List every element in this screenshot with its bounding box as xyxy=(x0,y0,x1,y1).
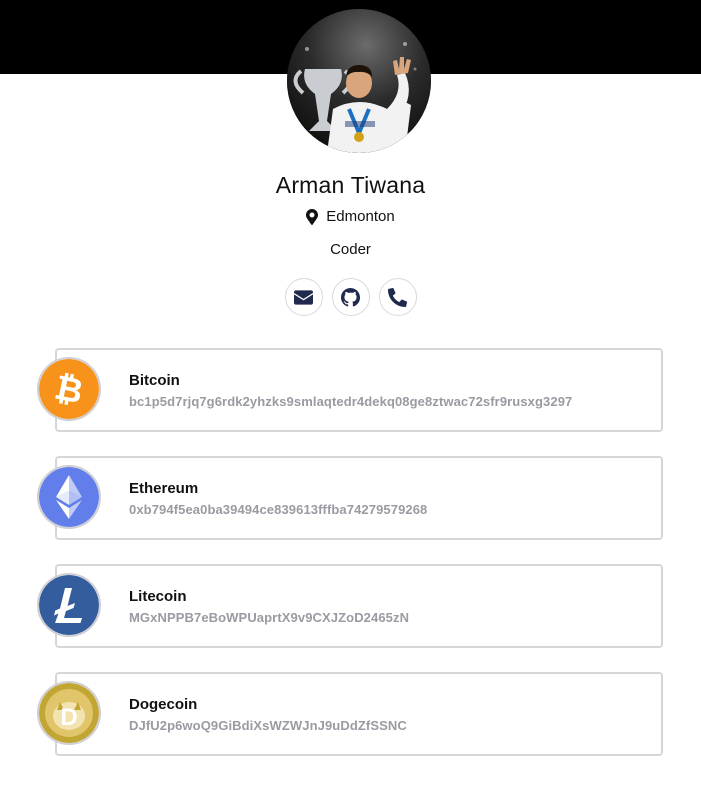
ethereum-icon xyxy=(37,465,101,529)
coin-name: Bitcoin xyxy=(129,372,180,389)
wallet-card[interactable] xyxy=(55,672,663,756)
avatar xyxy=(287,9,431,153)
wallet-card[interactable] xyxy=(55,348,663,432)
dogecoin-icon: D xyxy=(37,681,101,745)
litecoin-icon xyxy=(37,573,101,637)
wallet-address[interactable]: 0xb794f5ea0ba39494ce839613fffba742795792… xyxy=(129,502,427,517)
profile-name: Arman Tiwana xyxy=(275,172,426,198)
wallet-address[interactable]: DJfU2p6woQ9GiBdiXsWZWJnJ9uDdZfSSNC xyxy=(129,718,407,733)
map-pin-icon xyxy=(306,208,319,225)
phone-icon xyxy=(388,287,407,307)
wallet-item-litecoin[interactable]: Litecoin MGxNPPB7eBoWPUaprtX9v9CXJZoD246… xyxy=(37,564,664,672)
wallet-card[interactable] xyxy=(55,564,663,648)
location-text: Edmonton xyxy=(326,208,395,225)
profile-role: Coder xyxy=(330,241,371,258)
bitcoin-icon: ₿ xyxy=(37,357,101,421)
wallet-card[interactable] xyxy=(55,456,663,540)
github-icon xyxy=(341,287,360,307)
wallet-address[interactable]: bc1p5d7rjq7g6rdk2yhzks9smlaqtedr4dekq08g… xyxy=(129,394,572,409)
phone-button[interactable] xyxy=(378,278,417,316)
email-button[interactable] xyxy=(284,278,323,316)
wallet-address[interactable]: MGxNPPB7eBoWPUaprtX9v9CXJZoD2465zN xyxy=(129,610,409,625)
social-links xyxy=(0,278,701,316)
wallet-item-bitcoin[interactable]: ₿ Bitcoin bc1p5d7rjq7g6rdk2yhzks9smlaqte… xyxy=(37,348,664,456)
github-button[interactable] xyxy=(331,278,370,316)
wallet-list: ₿ Bitcoin bc1p5d7rjq7g6rdk2yhzks9smlaqte… xyxy=(37,348,664,780)
coin-name: Litecoin xyxy=(129,588,187,605)
wallet-item-ethereum[interactable]: Ethereum 0xb794f5ea0ba39494ce839613fffba… xyxy=(37,456,664,564)
location: Edmonton xyxy=(0,208,701,225)
coin-name: Dogecoin xyxy=(129,696,198,713)
profile-photo xyxy=(287,9,431,153)
coin-name: Ethereum xyxy=(129,480,199,497)
svg-text:D: D xyxy=(60,704,77,731)
envelope-icon xyxy=(294,289,313,305)
wallet-item-dogecoin[interactable]: D Dogecoin DJfU2p6woQ9GiBdiXsWZWJnJ9uDdZ… xyxy=(37,672,664,780)
